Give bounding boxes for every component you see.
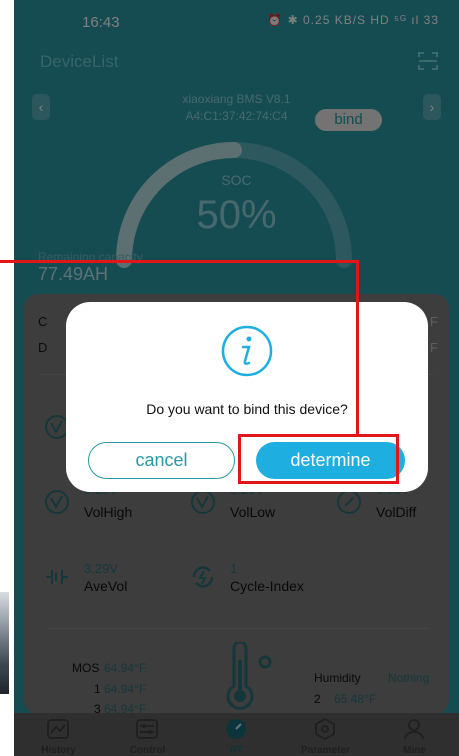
- annotation-line-horizontal: [0, 260, 358, 263]
- annotation-line-vertical: [356, 260, 359, 436]
- info-icon: [221, 325, 273, 377]
- dialog-message: Do you want to bind this device?: [146, 401, 348, 417]
- cancel-button[interactable]: cancel: [88, 442, 235, 479]
- background-photo-fragment: [0, 592, 9, 694]
- phone-screen: 16:43 ⏰ ✱ 0.25 KB/S HD ⁵ᴳ ıl 33 DeviceLi…: [14, 0, 459, 756]
- annotation-highlight-box: [238, 434, 399, 484]
- screenshot-stage: 16:43 ⏰ ✱ 0.25 KB/S HD ⁵ᴳ ıl 33 DeviceLi…: [0, 0, 459, 756]
